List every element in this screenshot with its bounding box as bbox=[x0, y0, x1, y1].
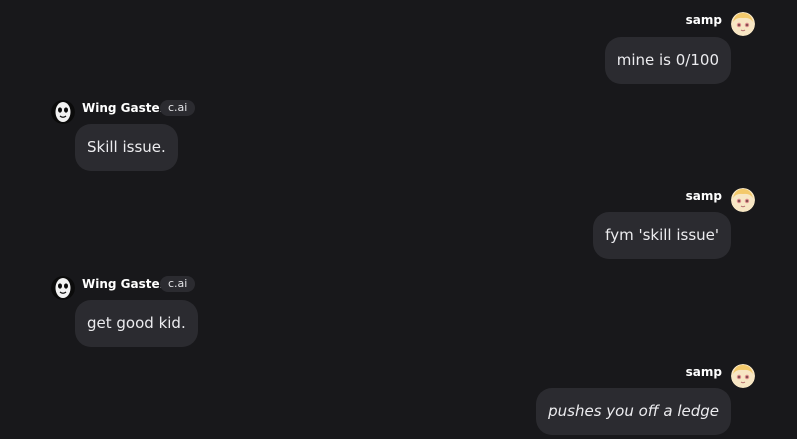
author-name: samp bbox=[685, 13, 722, 27]
message-bubble: Skill issue. bbox=[75, 124, 178, 171]
cai-badge: c.ai bbox=[160, 276, 196, 292]
samp-avatar-icon[interactable] bbox=[731, 364, 755, 388]
gaster-avatar-icon[interactable] bbox=[51, 100, 75, 124]
message-bubble: mine is 0/100 bbox=[604, 37, 731, 84]
message-bubble: pushes you off a ledge bbox=[536, 388, 731, 435]
author-name: samp bbox=[685, 365, 722, 379]
author-name: Wing Gaster bbox=[82, 101, 166, 115]
samp-avatar-icon[interactable] bbox=[731, 12, 755, 36]
message-bot: Wing Gaster c.ai Skill issue. bbox=[0, 90, 797, 178]
chat-transcript: samp mine is 0/100 Wing Gaster c.ai Skil… bbox=[0, 0, 797, 439]
author-name: samp bbox=[685, 189, 722, 203]
message-bubble: get good kid. bbox=[75, 300, 198, 347]
message-user: samp pushes you off a ledge bbox=[0, 354, 797, 439]
samp-avatar-icon[interactable] bbox=[731, 188, 755, 212]
message-bot: Wing Gaster c.ai get good kid. bbox=[0, 266, 797, 354]
message-user: samp fym 'skill issue' bbox=[0, 178, 797, 266]
message-user: samp mine is 0/100 bbox=[0, 0, 797, 90]
author-name: Wing Gaster bbox=[82, 277, 166, 291]
cai-badge: c.ai bbox=[160, 100, 196, 116]
gaster-avatar-icon[interactable] bbox=[51, 276, 75, 300]
message-bubble: fym 'skill issue' bbox=[593, 212, 731, 259]
